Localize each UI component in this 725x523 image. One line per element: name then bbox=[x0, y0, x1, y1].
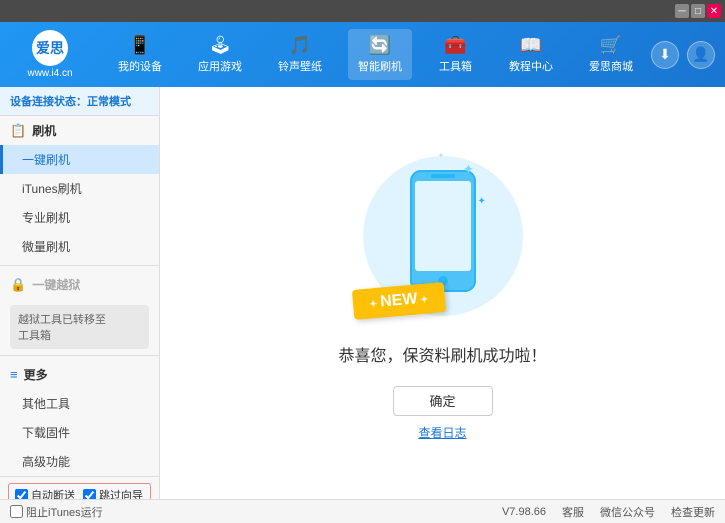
nav-icon-apps-games: 🕹 bbox=[209, 35, 232, 56]
sidebar-section-jailbreak: 🔒 一键越狱 bbox=[0, 270, 159, 299]
status-value: 正常模式 bbox=[87, 96, 131, 108]
download-fw-label: 下载固件 bbox=[22, 426, 70, 440]
version-label: V7.98.66 bbox=[502, 506, 546, 518]
jailbreak-info-box: 越狱工具已转移至工具箱 bbox=[10, 305, 149, 349]
sidebar-item-download-fw[interactable]: 下载固件 bbox=[0, 418, 159, 447]
sparkle-1: ✦ bbox=[463, 161, 475, 178]
nav-icon-my-device: 📱 bbox=[129, 35, 151, 56]
more-section-label: 更多 bbox=[24, 366, 48, 383]
content-area: NEW ✦ ✦ ✦ 恭喜您，保资料刷机成功啦！ 确定 查看日志 bbox=[160, 87, 725, 499]
user-button[interactable]: 👤 bbox=[687, 41, 715, 69]
confirm-button[interactable]: 确定 bbox=[393, 386, 493, 416]
nav-item-toolbox[interactable]: 🧰 工具箱 bbox=[428, 29, 483, 80]
advanced-label: 高级功能 bbox=[22, 455, 70, 469]
check-update-link[interactable]: 检查更新 bbox=[671, 504, 715, 520]
illustration: NEW ✦ ✦ ✦ bbox=[353, 146, 533, 326]
nav-item-my-device[interactable]: 📱 我的设备 bbox=[108, 29, 172, 80]
nav-item-apps-games[interactable]: 🕹 应用游戏 bbox=[188, 29, 252, 80]
jailbreak-info-text: 越狱工具已转移至工具箱 bbox=[18, 314, 106, 342]
nav-item-wallpaper[interactable]: 🎵 铃声壁纸 bbox=[268, 29, 332, 80]
skip-wizard-label: 跳过向导 bbox=[99, 487, 143, 499]
sidebar-item-one-key-flash[interactable]: 一键刷机 bbox=[0, 145, 159, 174]
nav-label-wallpaper: 铃声壁纸 bbox=[278, 58, 322, 74]
nav-label-apps-games: 应用游戏 bbox=[198, 58, 242, 74]
skip-wizard-checkbox-label[interactable]: 跳过向导 bbox=[83, 487, 143, 499]
bottom-right: V7.98.66 客服 微信公众号 检查更新 bbox=[170, 504, 715, 520]
logo-circle: 爱思 bbox=[32, 30, 68, 66]
nav-icon-wallpaper: 🎵 bbox=[289, 35, 311, 56]
sidebar-item-pro-flash[interactable]: 专业刷机 bbox=[0, 203, 159, 232]
flash-section-label: 刷机 bbox=[32, 122, 56, 139]
sidebar-section-flash[interactable]: 📋 刷机 bbox=[0, 116, 159, 145]
sidebar-checkboxes: 自动断送 跳过向导 bbox=[8, 483, 151, 499]
one-key-flash-label: 一键刷机 bbox=[22, 153, 70, 167]
sidebar-item-micro-flash[interactable]: 微量刷机 bbox=[0, 232, 159, 261]
sidebar-item-other-tools[interactable]: 其他工具 bbox=[0, 389, 159, 418]
header: 爱思 www.i4.cn 📱 我的设备 🕹 应用游戏 🎵 铃声壁纸 🔄 智能刷机… bbox=[0, 22, 725, 87]
nav-label-store: 爱思商城 bbox=[589, 58, 633, 74]
nav-icon-store: 🛒 bbox=[600, 35, 622, 56]
minimize-button[interactable]: ─ bbox=[675, 4, 689, 18]
nav-items: 📱 我的设备 🕹 应用游戏 🎵 铃声壁纸 🔄 智能刷机 🧰 工具箱 📖 教程中心… bbox=[100, 29, 651, 80]
bottom-bar: 阻止iTunes运行 V7.98.66 客服 微信公众号 检查更新 bbox=[0, 499, 725, 523]
nav-label-toolbox: 工具箱 bbox=[439, 58, 472, 74]
micro-flash-label: 微量刷机 bbox=[22, 240, 70, 254]
other-tools-label: 其他工具 bbox=[22, 397, 70, 411]
more-section-icon: ≡ bbox=[10, 367, 18, 382]
pro-flash-label: 专业刷机 bbox=[22, 211, 70, 225]
nav-icon-toolbox: 🧰 bbox=[444, 35, 466, 56]
nav-icon-smart-flash: 🔄 bbox=[369, 35, 391, 56]
nav-item-tutorial[interactable]: 📖 教程中心 bbox=[499, 29, 563, 80]
customer-service-link[interactable]: 客服 bbox=[562, 504, 584, 520]
nav-label-tutorial: 教程中心 bbox=[509, 58, 553, 74]
sparkle-3: ✦ bbox=[438, 151, 445, 160]
main-layout: 设备连接状态：正常模式 📋 刷机 一键刷机 iTunes刷机 专业刷机 微量刷机… bbox=[0, 87, 725, 499]
auto-send-checkbox[interactable] bbox=[15, 489, 28, 500]
maximize-button[interactable]: □ bbox=[691, 4, 705, 18]
auto-send-label: 自动断送 bbox=[31, 487, 75, 499]
stop-itunes-label[interactable]: 阻止iTunes运行 bbox=[10, 504, 103, 520]
status-label: 设备连接状态： bbox=[10, 96, 87, 108]
log-link[interactable]: 查看日志 bbox=[418, 424, 466, 441]
nav-label-smart-flash: 智能刷机 bbox=[358, 58, 402, 74]
nav-right: ⬇ 👤 bbox=[651, 41, 715, 69]
sidebar-item-advanced[interactable]: 高级功能 bbox=[0, 447, 159, 476]
sparkle-2: ✦ bbox=[478, 196, 486, 207]
nav-item-store[interactable]: 🛒 爱思商城 bbox=[579, 29, 643, 80]
success-text: 恭喜您，保资料刷机成功啦！ bbox=[338, 342, 546, 366]
divider-2 bbox=[0, 355, 159, 356]
logo-text: www.i4.cn bbox=[27, 68, 72, 79]
sidebar: 设备连接状态：正常模式 📋 刷机 一键刷机 iTunes刷机 专业刷机 微量刷机… bbox=[0, 87, 160, 499]
logo-area: 爱思 www.i4.cn bbox=[10, 30, 90, 79]
skip-wizard-checkbox[interactable] bbox=[83, 489, 96, 500]
sidebar-item-itunes-flash[interactable]: iTunes刷机 bbox=[0, 174, 159, 203]
wechat-link[interactable]: 微信公众号 bbox=[600, 504, 655, 520]
logo-icon: 爱思 bbox=[36, 38, 64, 58]
bottom-left: 阻止iTunes运行 bbox=[10, 504, 170, 520]
nav-label-my-device: 我的设备 bbox=[118, 58, 162, 74]
divider-1 bbox=[0, 265, 159, 266]
nav-icon-tutorial: 📖 bbox=[520, 35, 542, 56]
lock-icon: 🔒 bbox=[10, 277, 26, 293]
close-button[interactable]: ✕ bbox=[707, 4, 721, 18]
stop-itunes-checkbox[interactable] bbox=[10, 505, 23, 518]
stop-itunes-text: 阻止iTunes运行 bbox=[26, 504, 103, 520]
itunes-flash-label: iTunes刷机 bbox=[22, 182, 82, 196]
sidebar-section-more[interactable]: ≡ 更多 bbox=[0, 360, 159, 389]
nav-item-smart-flash[interactable]: 🔄 智能刷机 bbox=[348, 29, 412, 80]
download-button[interactable]: ⬇ bbox=[651, 41, 679, 69]
flash-section-icon: 📋 bbox=[10, 123, 26, 139]
jailbreak-section-label: 一键越狱 bbox=[32, 276, 80, 293]
phone-svg bbox=[403, 166, 483, 296]
title-bar: ─ □ ✕ bbox=[0, 0, 725, 22]
auto-send-checkbox-label[interactable]: 自动断送 bbox=[15, 487, 75, 499]
connection-status: 设备连接状态：正常模式 bbox=[0, 87, 159, 116]
